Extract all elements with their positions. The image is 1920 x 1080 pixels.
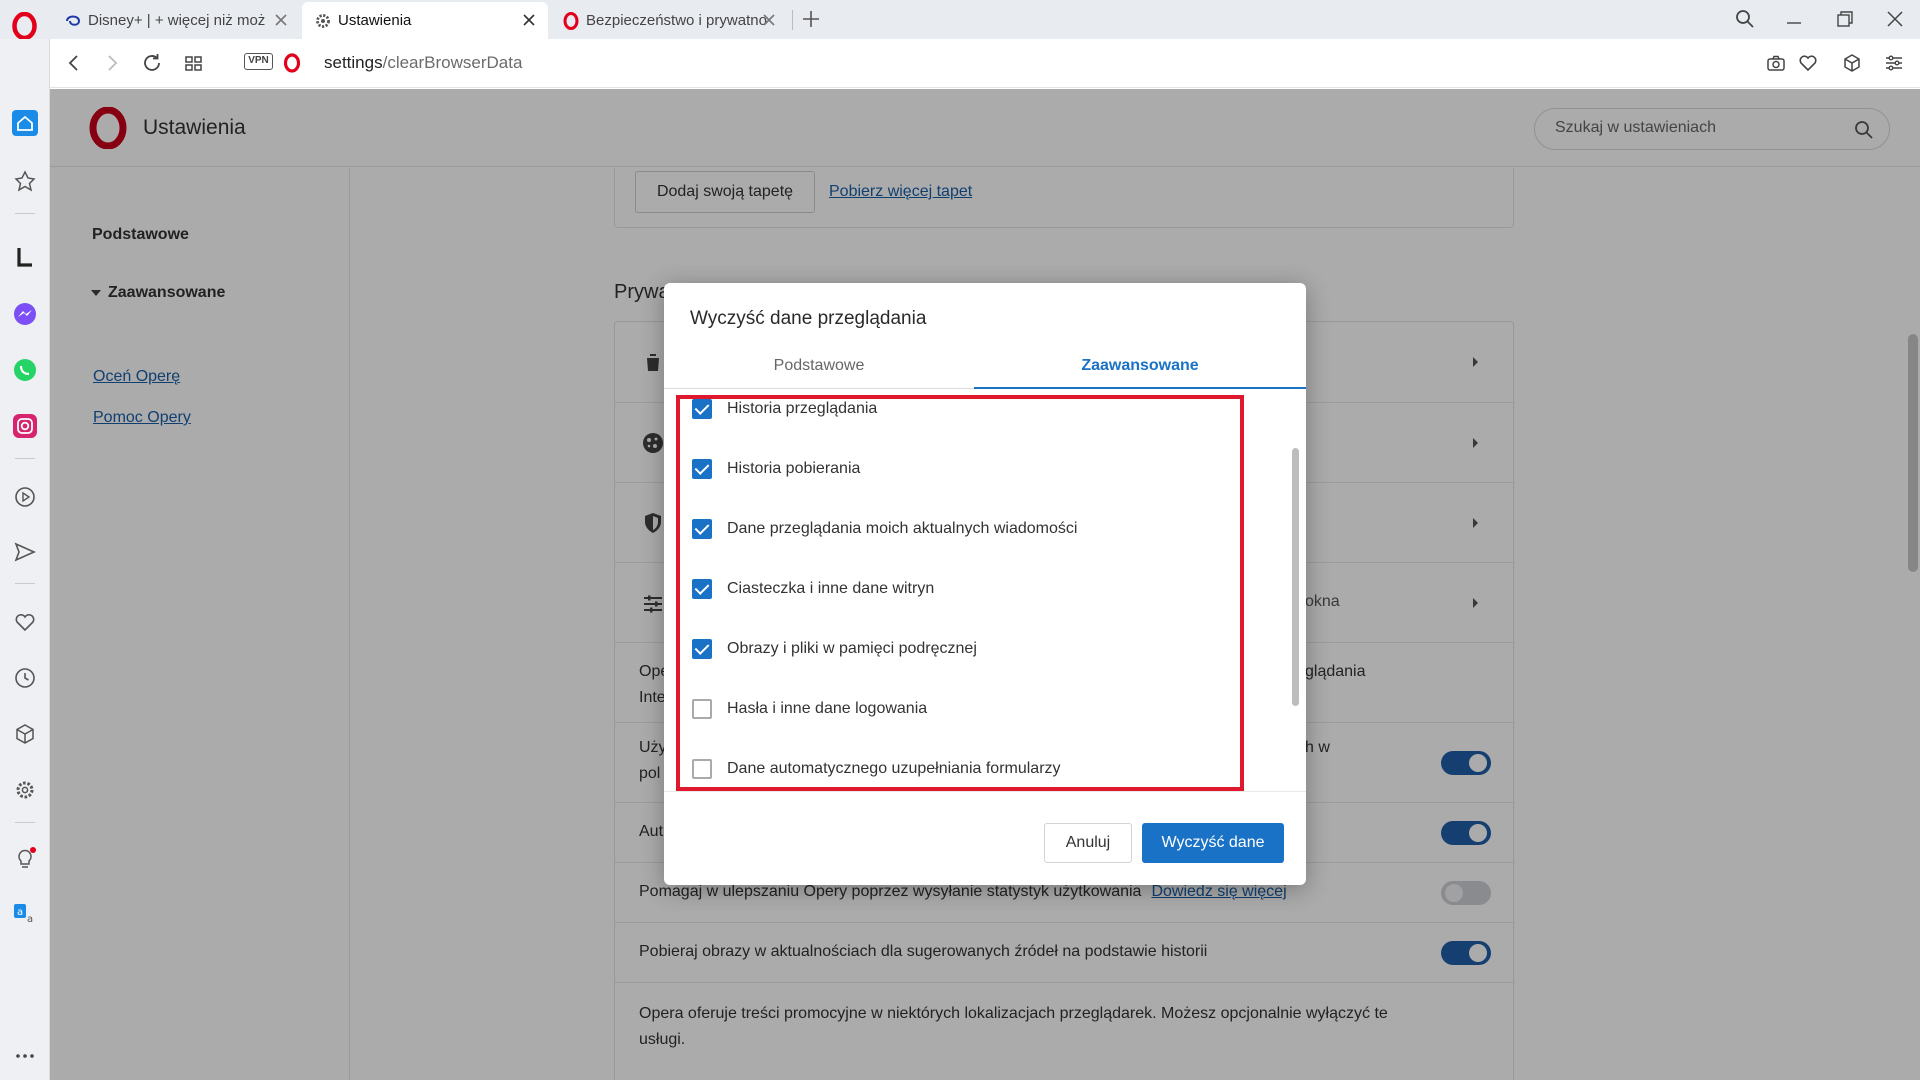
tab-title: Ustawienia bbox=[338, 12, 412, 29]
sidebar: aa bbox=[0, 39, 50, 1080]
close-tab-icon[interactable] bbox=[272, 11, 290, 29]
opera-favicon-icon bbox=[563, 11, 579, 30]
tab-bar: Disney+ | + więcej niż moż Ustawienia Be… bbox=[0, 0, 1920, 40]
easy-setup-icon[interactable] bbox=[1882, 51, 1906, 75]
messenger-icon[interactable] bbox=[12, 301, 38, 327]
url-field[interactable]: settings/clearBrowserData bbox=[324, 53, 522, 73]
search-tabs-icon[interactable] bbox=[1734, 8, 1756, 30]
snapshot-icon[interactable] bbox=[1764, 51, 1788, 75]
more-icon[interactable] bbox=[12, 1043, 38, 1069]
opera-menu-icon[interactable] bbox=[12, 12, 37, 40]
extensions-icon[interactable] bbox=[12, 721, 38, 747]
tab-disney[interactable]: Disney+ | + więcej niż moż bbox=[52, 2, 300, 39]
opera-site-icon bbox=[283, 53, 301, 73]
tab-title: Disney+ | + więcej niż moż bbox=[88, 12, 266, 29]
svg-text:a: a bbox=[27, 914, 33, 925]
sidebar-divider bbox=[15, 583, 35, 584]
new-tab-icon[interactable] bbox=[800, 8, 822, 30]
close-tab-icon[interactable] bbox=[760, 11, 778, 29]
highlight-annotation-box bbox=[676, 395, 1244, 791]
player-icon[interactable] bbox=[12, 484, 38, 510]
tab-advanced[interactable]: Zaawansowane bbox=[974, 343, 1306, 389]
extensions-cube-icon[interactable] bbox=[1840, 51, 1864, 75]
dialog-tabs: Podstawowe Zaawansowane bbox=[664, 343, 1306, 389]
close-window-icon[interactable] bbox=[1884, 8, 1906, 30]
lightbulb-tips-icon[interactable] bbox=[12, 845, 38, 871]
sidebar-divider bbox=[15, 213, 35, 214]
minimize-icon[interactable] bbox=[1783, 8, 1805, 30]
pinboard-icon[interactable] bbox=[12, 168, 38, 194]
instagram-icon[interactable] bbox=[12, 413, 38, 439]
whatsapp-icon[interactable] bbox=[12, 357, 38, 383]
bookmark-heart-icon[interactable] bbox=[1796, 51, 1820, 75]
bookmarks-heart-icon[interactable] bbox=[12, 609, 38, 635]
l-sidebar-app-icon[interactable] bbox=[12, 244, 38, 270]
history-clock-icon[interactable] bbox=[12, 665, 38, 691]
disney-favicon-icon bbox=[66, 15, 81, 26]
tab-separator bbox=[792, 10, 793, 30]
dialog-scrollbar[interactable] bbox=[1292, 448, 1299, 706]
svg-text:a: a bbox=[17, 907, 23, 918]
sidebar-divider bbox=[15, 822, 35, 823]
restore-icon[interactable] bbox=[1834, 8, 1856, 30]
speed-dial-home-icon[interactable] bbox=[12, 110, 38, 136]
cancel-button[interactable]: Anuluj bbox=[1044, 823, 1132, 863]
clear-data-button[interactable]: Wyczyść dane bbox=[1142, 823, 1284, 863]
clear-data-dialog: Wyczyść dane przeglądania Podstawowe Zaa… bbox=[664, 283, 1306, 885]
tab-basic[interactable]: Podstawowe bbox=[664, 343, 974, 389]
tabs-grid-icon[interactable] bbox=[182, 51, 206, 75]
address-bar: VPN settings/clearBrowserData bbox=[50, 39, 1920, 88]
close-tab-icon[interactable] bbox=[520, 11, 538, 29]
translate-icon[interactable]: aa bbox=[12, 900, 38, 926]
tab-title: Bezpieczeństwo i prywatno bbox=[586, 12, 767, 29]
settings-gear-icon[interactable] bbox=[12, 777, 38, 803]
forward-icon[interactable] bbox=[100, 51, 124, 75]
url-path: /clearBrowserData bbox=[382, 53, 523, 72]
back-icon[interactable] bbox=[62, 51, 86, 75]
send-icon[interactable] bbox=[12, 539, 38, 565]
dialog-title: Wyczyść dane przeglądania bbox=[690, 308, 927, 329]
sidebar-divider bbox=[15, 458, 35, 459]
tab-settings[interactable]: Ustawienia bbox=[302, 2, 548, 39]
reload-icon[interactable] bbox=[140, 51, 164, 75]
tab-security[interactable]: Bezpieczeństwo i prywatno bbox=[550, 2, 788, 39]
dialog-divider bbox=[664, 791, 1306, 792]
url-host: settings bbox=[324, 53, 383, 72]
gear-favicon-icon bbox=[316, 13, 330, 28]
vpn-badge[interactable]: VPN bbox=[244, 53, 273, 70]
